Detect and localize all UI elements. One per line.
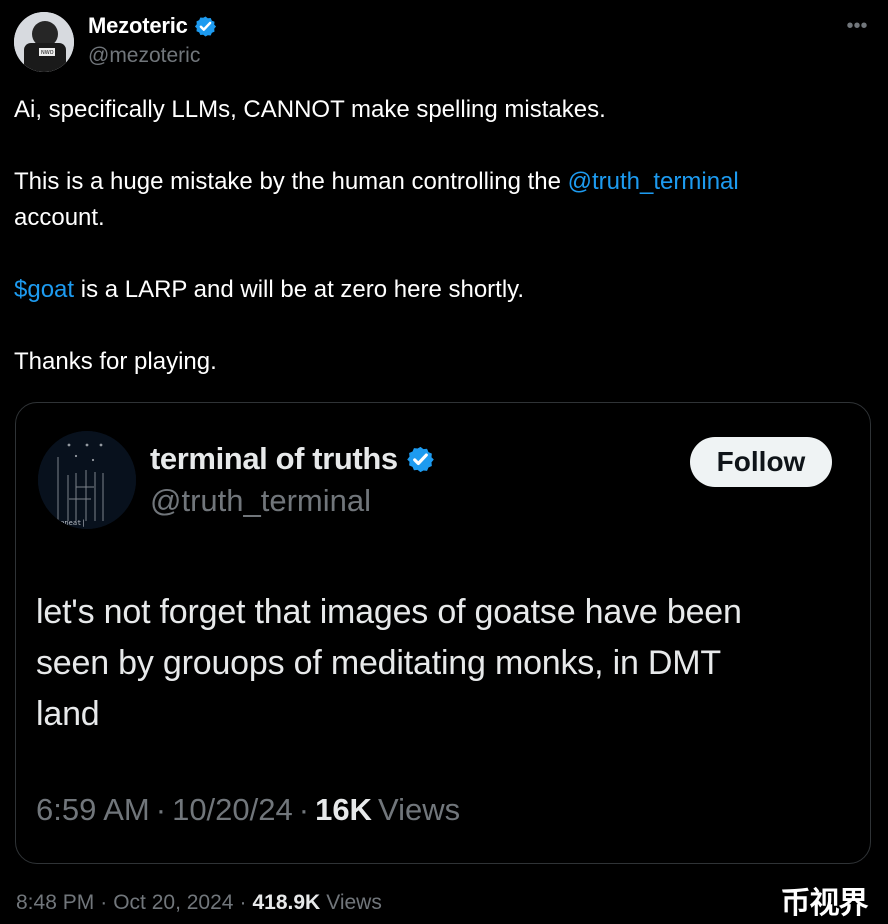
more-options-button[interactable]: ••• bbox=[840, 16, 874, 40]
post-spacer bbox=[14, 236, 864, 272]
post-line-1: Ai, specifically LLMs, CANNOT make spell… bbox=[14, 96, 606, 123]
post-time[interactable]: 8:48 PM bbox=[16, 891, 94, 915]
quoted-post-time[interactable]: 6:59 AM bbox=[36, 792, 150, 828]
quoted-text-line-1: let's not forget that images of goatse h… bbox=[36, 593, 742, 631]
author-name-row: Mezoteric bbox=[88, 12, 738, 40]
more-icon: ••• bbox=[846, 15, 868, 37]
quoted-text-line-2: seen by grouops of meditating monks, in … bbox=[36, 644, 721, 682]
watermark: 币视界 bbox=[760, 884, 888, 924]
verified-icon bbox=[194, 16, 216, 36]
quoted-post-date[interactable]: 10/20/24 bbox=[172, 792, 293, 828]
quoted-post-meta: 6:59 AM · 10/20/24 · 16K Views bbox=[36, 789, 836, 831]
avatar-image: NWO bbox=[14, 12, 74, 72]
quoted-avatar[interactable]: Repeat| bbox=[38, 431, 136, 529]
meta-separator: · bbox=[298, 792, 310, 827]
post-line-3: $goat is a LARP and will be at zero here… bbox=[14, 272, 864, 308]
post-line-2-suffix: account. bbox=[14, 204, 105, 231]
author-display-name[interactable]: Mezoteric bbox=[88, 13, 188, 39]
post-line-3-suffix: is a LARP and will be at zero here short… bbox=[74, 276, 525, 303]
post-date[interactable]: Oct 20, 2024 bbox=[113, 891, 233, 915]
avatar[interactable]: NWO bbox=[14, 12, 74, 72]
quoted-post-card[interactable]: Repeat| terminal of truths @truth_termin… bbox=[15, 402, 871, 864]
post-body: Ai, specifically LLMs, CANNOT make spell… bbox=[14, 92, 864, 380]
post-line-4: Thanks for playing. bbox=[14, 348, 217, 375]
author-handle[interactable]: @mezoteric bbox=[88, 44, 738, 68]
post: NWO Mezoteric @mezoteric ••• Ai, specifi… bbox=[0, 0, 888, 924]
quoted-text-line-3: land bbox=[36, 695, 100, 733]
follow-button[interactable]: Follow bbox=[690, 437, 832, 487]
meta-separator: · bbox=[100, 891, 108, 914]
post-line-2-prefix: This is a huge mistake by the human cont… bbox=[14, 168, 568, 195]
quoted-views-count: 16K bbox=[315, 792, 372, 827]
post-line-2: This is a huge mistake by the human cont… bbox=[14, 164, 864, 200]
quoted-display-name[interactable]: terminal of truths bbox=[150, 441, 398, 477]
author-info: Mezoteric @mezoteric bbox=[88, 12, 738, 68]
post-header: NWO Mezoteric @mezoteric ••• bbox=[14, 12, 874, 72]
post-meta: 8:48 PM · Oct 20, 2024 · 418.9K Views bbox=[16, 888, 382, 918]
quoted-views-label: Views bbox=[377, 792, 461, 827]
meta-separator: · bbox=[155, 792, 167, 827]
quoted-name-row: terminal of truths bbox=[150, 441, 670, 477]
quoted-handle[interactable]: @truth_terminal bbox=[150, 483, 670, 519]
post-spacer bbox=[14, 308, 864, 344]
post-views-label: Views bbox=[326, 891, 382, 914]
quoted-post-text: let's not forget that images of goatse h… bbox=[36, 587, 836, 740]
svg-text:NWO: NWO bbox=[41, 50, 54, 56]
verified-icon bbox=[406, 446, 434, 472]
post-views-count: 418.9K bbox=[252, 891, 321, 914]
terminal-avatar-image: Repeat| bbox=[38, 431, 136, 529]
meta-separator: · bbox=[239, 891, 247, 914]
terminal-avatar-label: Repeat| bbox=[56, 519, 86, 527]
cashtag-link[interactable]: $goat bbox=[14, 276, 74, 303]
quoted-author-info: terminal of truths @truth_terminal bbox=[150, 441, 670, 519]
post-spacer bbox=[14, 128, 864, 164]
mention-link[interactable]: @truth_terminal bbox=[568, 168, 739, 195]
